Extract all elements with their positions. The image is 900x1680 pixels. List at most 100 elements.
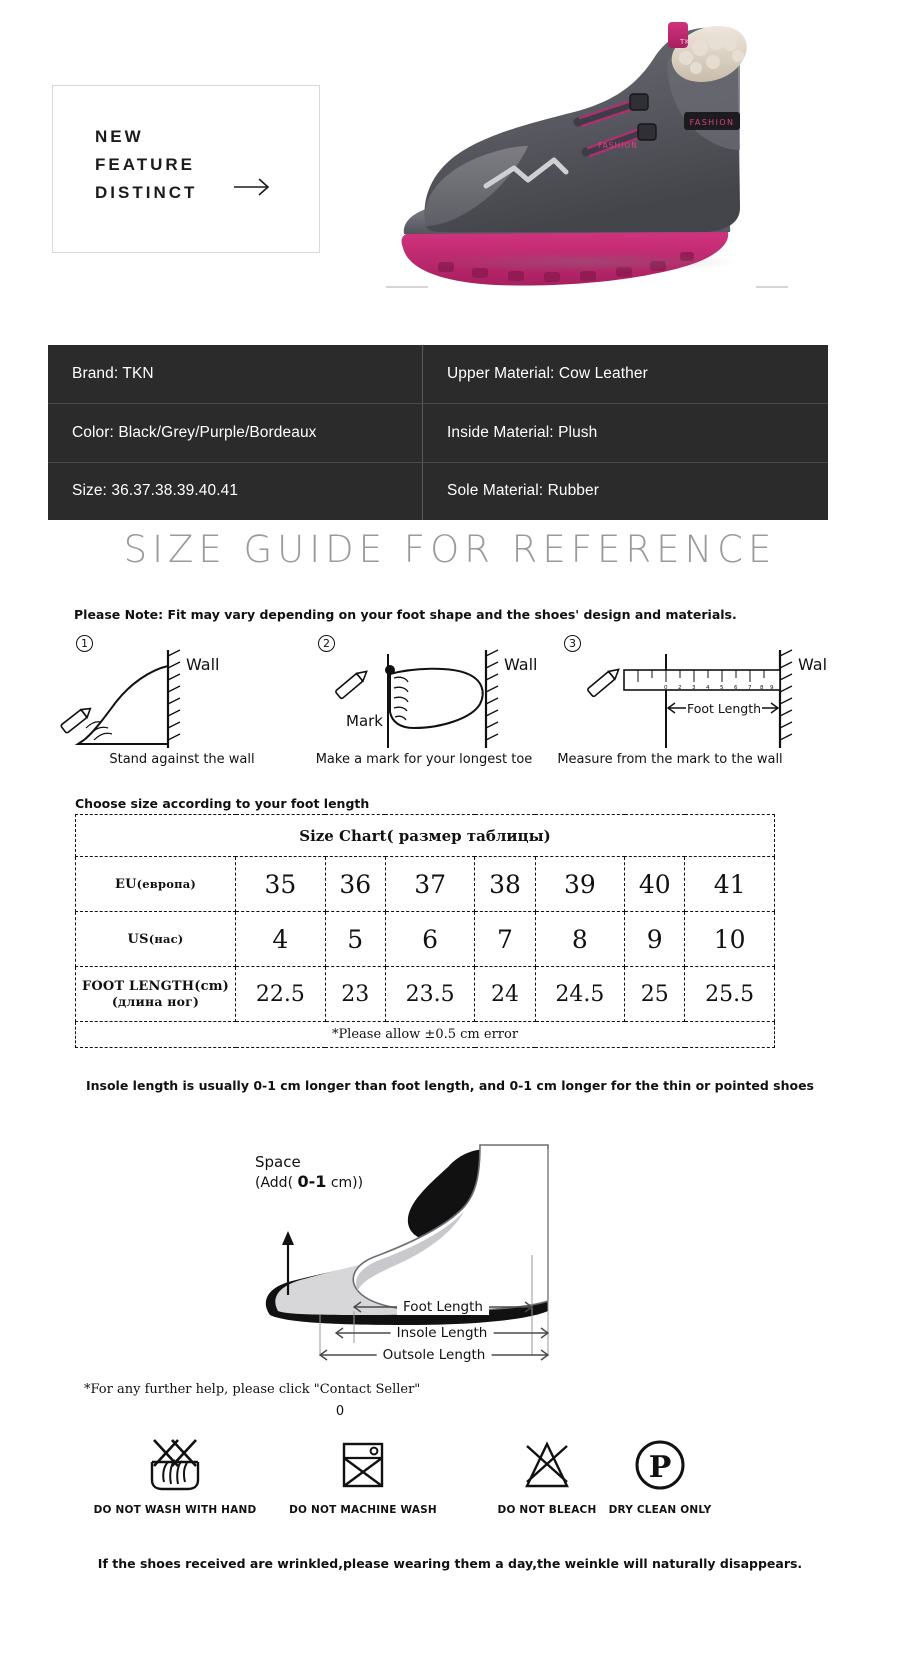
svg-text:9: 9 (770, 685, 774, 691)
len-25-5: 25.5 (684, 966, 775, 1022)
eu-label-sub: (европа) (136, 876, 197, 891)
len-22-5: 22.5 (235, 966, 326, 1022)
measure-steps: 1 Wall Stand against the wall 2 Wall Mar… (48, 630, 852, 780)
dim-insole-length: Insole Length (390, 1325, 494, 1341)
step2-caption: Make a mark for your longest toe (315, 752, 533, 767)
choose-size-line: Choose size according to your foot lengt… (75, 796, 370, 811)
care-item-machine-wash: DO NOT MACHINE WASH (268, 1432, 458, 1516)
space-value: 0-1 (297, 1172, 327, 1191)
measure-step-1: 1 Wall Stand against the wall (48, 630, 316, 780)
len-25: 25 (624, 966, 686, 1022)
us-9: 9 (624, 911, 686, 967)
svg-text:4: 4 (706, 685, 710, 691)
table-row: Size Chart( размер таблицы) (75, 814, 775, 857)
eu-39: 39 (534, 856, 626, 912)
eu-label: EU (114, 876, 137, 892)
spec-size: Size: 36.37.38.39.40.41 (72, 482, 239, 500)
product-spec-table: Brand: TKN Upper Material: Cow Leather C… (48, 345, 828, 520)
zero-text: 0 (335, 1404, 345, 1419)
do-not-machine-wash-icon (268, 1432, 458, 1498)
step3-ruler-diagram: 0 2 3 4 5 6 7 89 Foot Length Wall (587, 649, 828, 748)
divider-tick-left (386, 286, 428, 288)
wrinkle-note: If the shoes received are wrinkled,pleas… (97, 1556, 803, 1571)
hero-line-2: FEATURE (95, 155, 196, 174)
insole-diagram: Space (Add( 0-1 cm)) Foot Length Insole … (230, 1105, 670, 1370)
svg-text:TKN: TKN (679, 38, 696, 46)
step2-mark-toe-diagram: Wall Mark (335, 649, 538, 748)
spec-inside-material: Inside Material: Plush (422, 404, 828, 462)
care-label: DO NOT MACHINE WASH (289, 1504, 437, 1516)
spec-brand: Brand: TKN (72, 365, 154, 383)
svg-text:8: 8 (760, 685, 764, 691)
eu-38: 38 (474, 856, 536, 912)
eu-40: 40 (624, 856, 686, 912)
size-guide-note: Please Note: Fit may vary depending on y… (74, 607, 737, 622)
measure-step-3: 3 023 456 789 Foot Length Wal Measure fr… (536, 630, 828, 780)
hero-line-3: DISTINCT (95, 183, 198, 202)
us-8: 8 (534, 911, 626, 967)
table-row: FOOT LENGTH(cm) (длина ног) 22.5 23 23.5… (75, 966, 775, 1022)
table-row: US(нас) 4 5 6 7 8 9 10 (75, 911, 775, 967)
step2-mark-label: Mark (346, 712, 383, 730)
eu-41: 41 (684, 856, 775, 912)
foot-length-label-sub: (длина ног) (111, 994, 200, 1009)
spec-sole-material: Sole Material: Rubber (422, 462, 828, 520)
spec-row: Size: 36.37.38.39.40.41 Sole Material: R… (48, 461, 828, 520)
space-prefix: (Add( (255, 1175, 298, 1191)
space-add-label: Space (Add( 0-1 cm)) (255, 1153, 363, 1191)
dry-clean-only-icon: P (565, 1432, 755, 1498)
svg-text:FASHION: FASHION (598, 141, 638, 150)
us-label: US (127, 931, 149, 947)
eu-36: 36 (324, 856, 386, 912)
step1-foot-wall-diagram: Wall (60, 649, 220, 748)
spec-color: Color: Black/Grey/Purple/Bordeaux (72, 423, 317, 441)
foot-length-label: FOOT LENGTH(cm) (81, 979, 230, 994)
step3-wall-label: Wall (798, 655, 828, 674)
row-label-us: US(нас) (75, 911, 236, 967)
contact-seller-note: *For any further help, please click "Con… (84, 1382, 421, 1397)
size-chart-footnote: *Please allow ±0.5 cm error (75, 1021, 775, 1048)
space-suffix: cm)) (326, 1175, 364, 1191)
table-row: *Please allow ±0.5 cm error (75, 1021, 775, 1048)
us-7: 7 (474, 911, 536, 967)
hero-headline: NEW FEATURE DISTINCT (95, 123, 197, 207)
eu-35: 35 (235, 856, 326, 912)
size-chart-table: Size Chart( размер таблицы) EU(европа) 3… (75, 814, 775, 1048)
len-24-5: 24.5 (534, 966, 626, 1022)
us-10: 10 (684, 911, 775, 967)
us-4: 4 (235, 911, 326, 967)
svg-text:FASHION: FASHION (690, 118, 735, 127)
size-guide-title: SIZE GUIDE FOR REFERENCE (123, 528, 777, 571)
divider-tick-right (756, 286, 788, 288)
step3-foot-length-label: Foot Length (687, 701, 761, 716)
svg-text:6: 6 (734, 685, 738, 691)
do-not-hand-wash-icon (80, 1432, 270, 1498)
hero-banner: NEW FEATURE DISTINCT FASHION FASHION TKN (0, 0, 900, 318)
us-5: 5 (324, 911, 386, 967)
care-item-hand-wash: DO NOT WASH WITH HAND (80, 1432, 270, 1516)
care-label: DRY CLEAN ONLY (608, 1504, 712, 1516)
step3-caption: Measure from the mark to the wall (557, 752, 783, 767)
len-23: 23 (324, 966, 386, 1022)
us-label-sub: (нас) (148, 931, 184, 946)
care-label: DO NOT WASH WITH HAND (93, 1504, 257, 1516)
spec-row: Brand: TKN Upper Material: Cow Leather (48, 345, 828, 404)
svg-text:3: 3 (692, 685, 696, 691)
us-6: 6 (384, 911, 476, 967)
care-item-dry-clean: P DRY CLEAN ONLY (565, 1432, 755, 1516)
svg-text:2: 2 (678, 685, 682, 691)
spec-row: Color: Black/Grey/Purple/Bordeaux Inside… (48, 403, 828, 462)
space-label-line1: Space (255, 1153, 301, 1171)
arrow-right-icon (234, 178, 270, 196)
measure-step-2: 2 Wall Mark Make a mark for your longest… (290, 630, 558, 780)
svg-text:0: 0 (664, 685, 668, 691)
dim-foot-length: Foot Length (397, 1299, 489, 1315)
svg-text:P: P (649, 1450, 672, 1485)
insole-length-note: Insole length is usually 0-1 cm longer t… (85, 1078, 814, 1093)
hiking-boot-photo: FASHION FASHION TKN (368, 0, 788, 300)
step1-wall-label: Wall (186, 655, 220, 674)
care-symbols: DO NOT WASH WITH HAND DO NOT MACHINE WAS… (60, 1432, 850, 1542)
boot-shadow (428, 252, 738, 272)
space-label-line2: (Add( 0-1 cm)) (255, 1172, 363, 1191)
step1-caption: Stand against the wall (109, 752, 255, 767)
